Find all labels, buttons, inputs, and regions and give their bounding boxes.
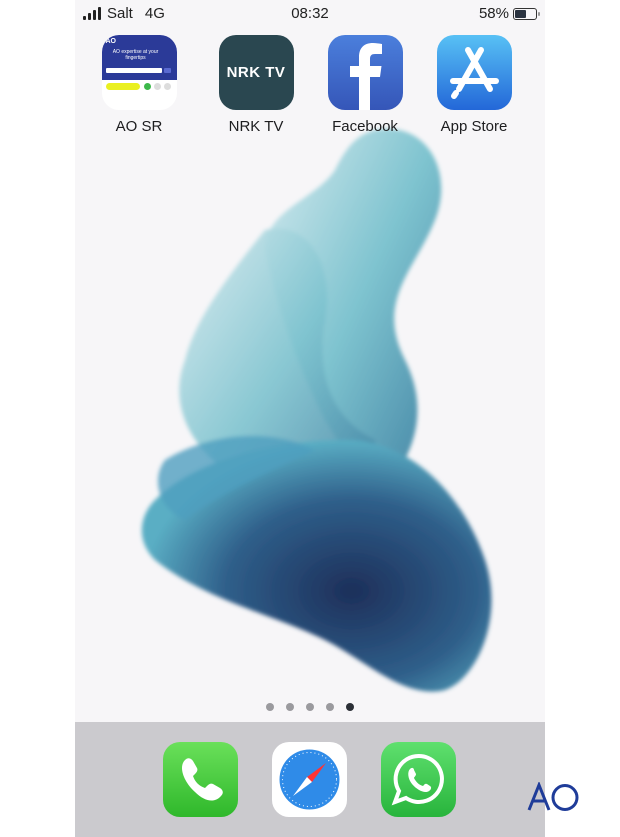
page-dot[interactable] — [306, 703, 314, 711]
app-nrk-tv[interactable]: NRK TV NRK TV — [211, 35, 301, 135]
app-ao-sr[interactable]: AO AO expertise at your fingertips AO SR — [94, 35, 184, 135]
page-indicator[interactable] — [75, 703, 545, 711]
phone-icon[interactable] — [163, 742, 238, 817]
status-bar: Salt 4G 08:32 58% — [75, 0, 545, 26]
ao-logo — [527, 782, 579, 811]
facebook-icon — [327, 35, 403, 110]
app-label: App Store — [440, 118, 508, 135]
clock: 08:32 — [291, 5, 329, 22]
app-label: Facebook — [332, 118, 398, 135]
dock — [75, 722, 545, 837]
page-dot[interactable] — [266, 703, 274, 711]
battery-icon — [513, 7, 540, 20]
safari-icon[interactable] — [272, 742, 347, 817]
ao-sr-icon: AO AO expertise at your fingertips — [101, 35, 177, 110]
app-app-store[interactable]: App Store — [429, 35, 519, 135]
home-screen: Salt 4G 08:32 58% AO AO expertise at you… — [75, 0, 545, 837]
battery-percent: 58% — [478, 5, 509, 22]
app-store-icon — [436, 35, 512, 110]
page-dot[interactable] — [346, 703, 354, 711]
page-dot[interactable] — [326, 703, 334, 711]
page-dot[interactable] — [286, 703, 294, 711]
app-label: NRK TV — [228, 118, 284, 135]
app-facebook[interactable]: Facebook — [320, 35, 410, 135]
app-label: AO SR — [115, 118, 163, 135]
whatsapp-icon[interactable] — [381, 742, 456, 817]
nrk-tv-icon: NRK TV — [218, 35, 294, 110]
